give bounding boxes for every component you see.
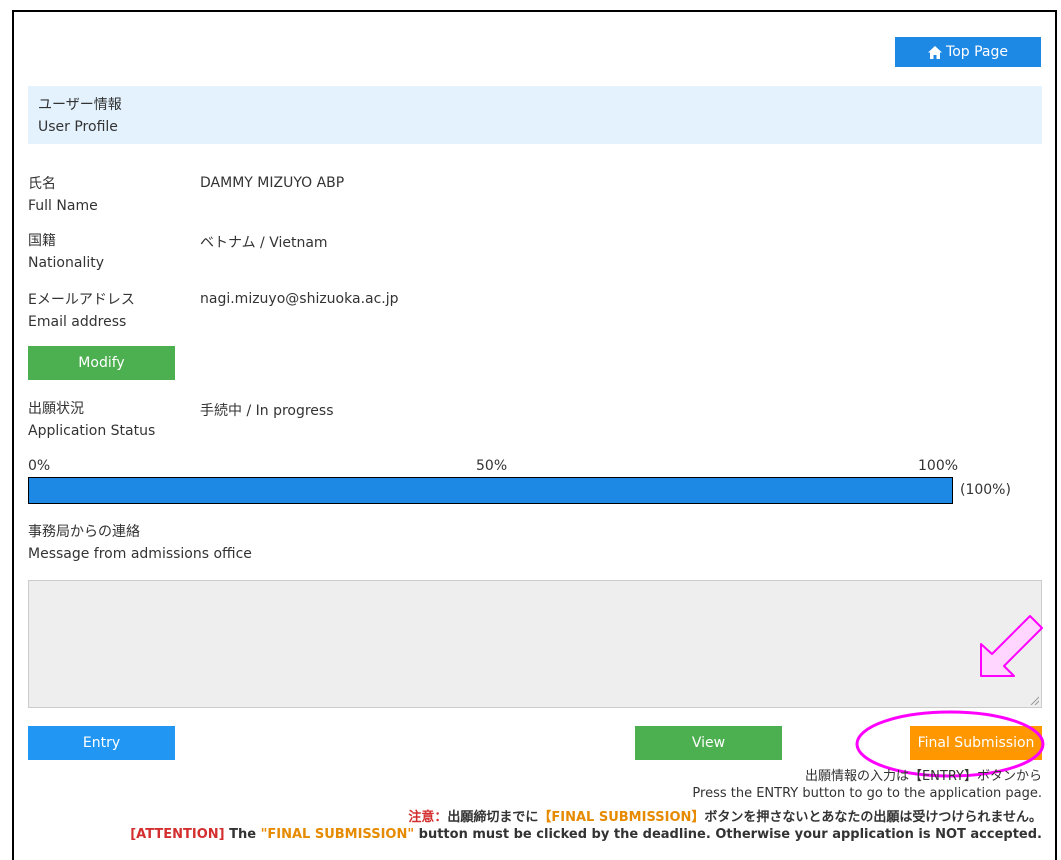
full-name-label: 氏名 Full Name: [28, 176, 98, 214]
nationality-value: ベトナム / Vietnam: [200, 235, 328, 251]
email-value: nagi.mizuyo@shizuoka.ac.jp: [200, 291, 399, 307]
top-page-button[interactable]: Top Page: [895, 37, 1041, 67]
home-icon: [928, 45, 943, 59]
progress-bar: [28, 477, 953, 504]
email-label: Eメールアドレス Email address: [28, 292, 135, 330]
full-name-value: DAMMY MIZUYO ABP: [200, 175, 345, 191]
view-button[interactable]: View: [635, 726, 782, 760]
note-line-2: Press the ENTRY button to go to the appl…: [692, 786, 1042, 801]
progress-tick-0: 0%: [28, 458, 51, 474]
profile-header: ユーザー情報 User Profile: [28, 86, 1042, 144]
note-line-4: [ATTENTION] The "FINAL SUBMISSION" butto…: [130, 827, 1042, 842]
progress-percent: (100%): [960, 482, 1011, 498]
nationality-label: 国籍 Nationality: [28, 233, 105, 271]
entry-button[interactable]: Entry: [28, 726, 175, 760]
resize-grip-icon[interactable]: [1029, 695, 1039, 705]
status-value: 手続中 / In progress: [200, 403, 334, 419]
progress-tick-100: 100%: [918, 458, 959, 474]
pointer-arrow-icon: [980, 615, 1043, 677]
status-label: 出願状況 Application Status: [28, 401, 156, 439]
top-page-label: Top Page: [946, 44, 1008, 60]
note-line-3: 注意：出願締切までに【FINAL SUBMISSION】ボタンを押さないとあなた…: [408, 810, 1042, 825]
progress-tick-50: 50%: [476, 458, 508, 474]
profile-title-en: User Profile: [38, 119, 118, 135]
profile-title-ja: ユーザー情報: [38, 97, 122, 113]
message-textarea[interactable]: [28, 580, 1042, 708]
message-label: 事務局からの連絡 Message from admissions office: [28, 524, 252, 562]
modify-button[interactable]: Modify: [28, 346, 175, 380]
note-line-1: 出願情報の入力は【ENTRY】ボタンから: [804, 769, 1042, 784]
